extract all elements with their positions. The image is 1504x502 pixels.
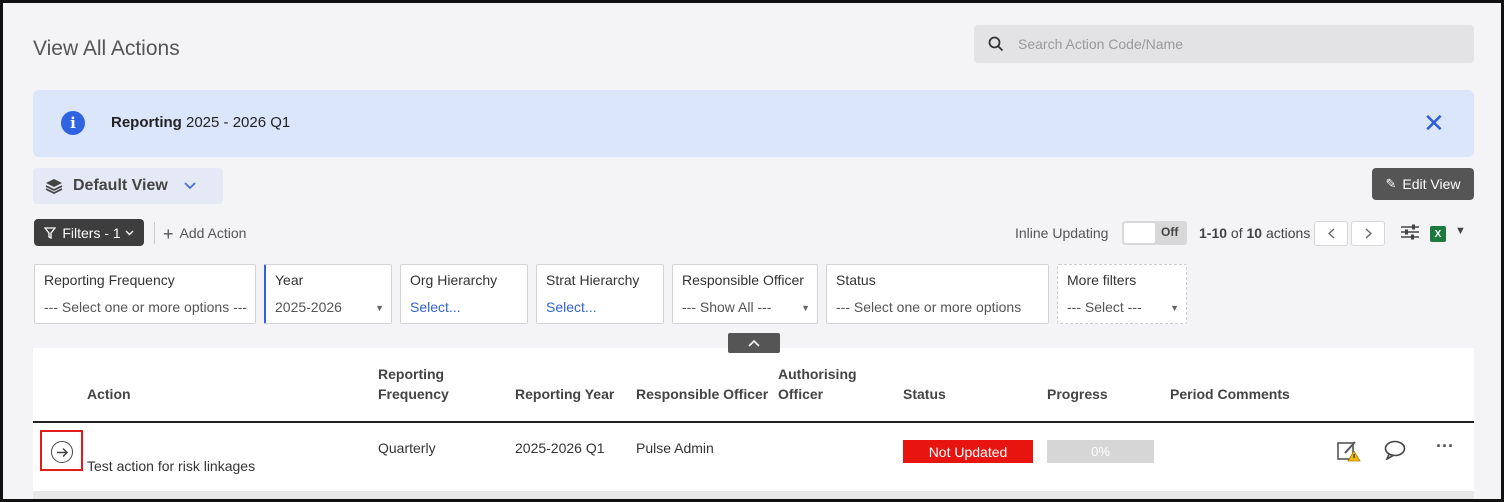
filter-title: Reporting Frequency: [44, 272, 175, 288]
header-line: Officer: [778, 386, 824, 402]
sliders-icon[interactable]: [1400, 223, 1420, 246]
filter-title: Responsible Officer: [682, 272, 804, 288]
header-line: Authorising: [778, 366, 857, 382]
header-period-comments: Period Comments: [1170, 386, 1290, 402]
dropdown-caret-icon: ▼: [375, 303, 384, 313]
pager-range: 1-10: [1199, 225, 1228, 241]
filter-value: 2025-2026: [275, 299, 342, 315]
header-action: Action: [87, 386, 131, 402]
pager-suffix: actions: [1265, 225, 1311, 241]
toggle-state: Off: [1161, 225, 1179, 239]
filter-value: --- Select ---: [1067, 299, 1142, 315]
header-responsible-officer: Responsible Officer: [636, 386, 769, 402]
header-line: Frequency: [378, 386, 449, 402]
more-icon[interactable]: ···: [1436, 436, 1454, 457]
next-row-strip: [33, 491, 1474, 499]
row-action-name[interactable]: Test action for risk linkages: [87, 458, 255, 474]
prev-page-button[interactable]: [1314, 221, 1348, 246]
filter-responsible-officer[interactable]: Responsible Officer --- Show All --- ▼: [672, 264, 818, 324]
reporting-banner: i Reporting 2025 - 2026 Q1 ✕: [33, 90, 1474, 157]
pager-summary: 1-10 of 10 actions: [1199, 225, 1310, 241]
layers-icon: [45, 179, 63, 194]
reporting-period: Reporting 2025 - 2026 Q1: [111, 114, 290, 131]
chevron-left-icon: [1327, 228, 1334, 239]
plus-icon: +: [163, 224, 174, 244]
filter-value: --- Select one or more options ---: [44, 299, 248, 315]
chevron-right-icon: [1365, 228, 1372, 239]
row-reporting-frequency: Quarterly: [378, 440, 436, 456]
row-reporting-year: 2025-2026 Q1: [515, 440, 605, 456]
inline-updating-label: Inline Updating: [1015, 225, 1109, 241]
header-divider: [33, 421, 1474, 423]
filters-label: Filters - 1: [62, 224, 121, 241]
status-badge: Not Updated: [903, 440, 1033, 463]
reporting-label: Reporting: [111, 114, 182, 131]
filter-title: More filters: [1067, 272, 1137, 288]
expand-row-button[interactable]: [40, 430, 83, 471]
edit-view-button[interactable]: ✎ Edit View: [1372, 168, 1474, 200]
filter-status[interactable]: Status --- Select one or more options: [826, 264, 1049, 324]
filter-value: Select...: [410, 299, 461, 315]
chevron-down-icon: [125, 230, 134, 235]
actions-table: [33, 348, 1474, 499]
filter-value: Select...: [546, 299, 597, 315]
header-reporting-frequency: Reporting Frequency: [378, 364, 449, 404]
filter-title: Strat Hierarchy: [546, 272, 640, 288]
inline-updating-toggle[interactable]: Off: [1122, 221, 1187, 245]
toggle-knob: [1124, 223, 1155, 243]
filter-title: Org Hierarchy: [410, 272, 498, 288]
collapse-filters-button[interactable]: [728, 333, 780, 353]
info-icon: i: [61, 111, 85, 135]
chevron-up-icon: [748, 339, 760, 347]
arrow-right-circle-icon: [51, 441, 73, 463]
add-action-label: Add Action: [179, 225, 247, 241]
excel-icon[interactable]: X: [1430, 226, 1446, 242]
search-box[interactable]: [974, 25, 1474, 63]
progress-bar: 0%: [1047, 440, 1154, 463]
dropdown-caret-icon: ▼: [1170, 303, 1179, 313]
edit-view-label: Edit View: [1402, 176, 1461, 192]
filter-reporting-frequency[interactable]: Reporting Frequency --- Select one or mo…: [34, 264, 256, 324]
pencil-icon: ✎: [1385, 176, 1397, 191]
app-frame: View All Actions i Reporting 2025 - 2026…: [0, 0, 1504, 502]
filter-icon: [44, 226, 57, 239]
view-name: Default View: [73, 177, 168, 194]
filter-value: --- Show All ---: [682, 299, 772, 315]
chevron-down-icon: [184, 182, 196, 190]
search-icon: [988, 36, 1004, 52]
dropdown-caret-icon: ▼: [801, 303, 810, 313]
chevron-down-icon[interactable]: ▼: [1455, 225, 1466, 237]
header-progress: Progress: [1047, 386, 1108, 402]
pager-of: of: [1230, 225, 1243, 241]
pager-total: 10: [1246, 225, 1263, 241]
header-authorising-officer: Authorising Officer: [778, 364, 857, 404]
filter-strat-hierarchy[interactable]: Strat Hierarchy Select...: [536, 264, 664, 324]
header-status: Status: [903, 386, 946, 402]
comment-icon[interactable]: [1384, 440, 1406, 465]
header-reporting-year: Reporting Year: [515, 386, 615, 402]
reporting-value: 2025 - 2026 Q1: [186, 114, 291, 131]
page-title: View All Actions: [33, 37, 180, 60]
add-action-button[interactable]: + Add Action: [163, 224, 246, 245]
filter-org-hierarchy[interactable]: Org Hierarchy Select...: [400, 264, 528, 324]
row-responsible-officer: Pulse Admin: [636, 440, 714, 456]
edit-warning-icon[interactable]: [1337, 440, 1361, 467]
next-page-button[interactable]: [1351, 221, 1385, 246]
filters-button[interactable]: Filters - 1: [34, 219, 144, 246]
search-input[interactable]: [1018, 36, 1438, 52]
filter-more-filters[interactable]: More filters --- Select --- ▼: [1057, 264, 1187, 324]
filter-year[interactable]: Year 2025-2026 ▼: [264, 264, 392, 324]
filter-title: Status: [836, 272, 876, 288]
filter-title: Year: [275, 272, 304, 288]
close-icon[interactable]: ✕: [1423, 108, 1445, 139]
toolbar-divider: [154, 222, 155, 244]
view-selector[interactable]: Default View: [33, 168, 223, 204]
filter-value: --- Select one or more options: [836, 299, 1022, 315]
header-line: Reporting: [378, 366, 445, 382]
